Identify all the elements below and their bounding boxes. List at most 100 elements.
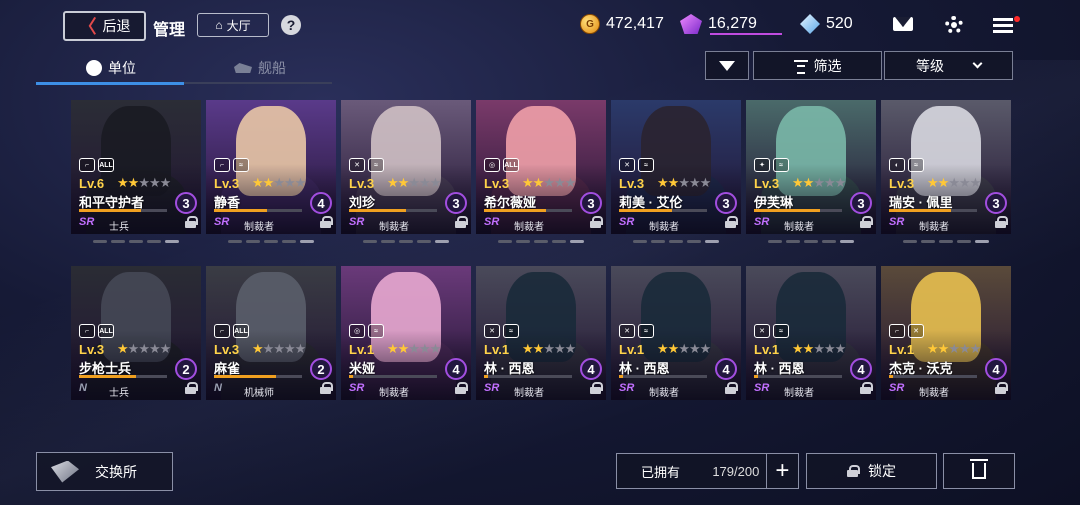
unit-lock-icon[interactable]: [725, 382, 738, 394]
unit-card[interactable]: ⌐ ALL Lv.3 ★★★★★ 麻雀 2 N 机械师: [206, 266, 336, 418]
filter-label: 筛选: [813, 57, 842, 74]
unit-exp-bar: [214, 209, 302, 212]
star-icon: ★: [564, 175, 577, 190]
star-icon: ★: [532, 175, 545, 190]
star-icon: ★: [792, 175, 804, 190]
unit-class-icons: ✕ ≈: [754, 324, 789, 338]
unit-card[interactable]: ⌐ ≈ Lv.3 ★★★★★ 静香 4 SR 制裁者: [206, 100, 336, 252]
unit-portrait: ◎ ALL Lv.3 ★★★★★ 希尔薇娅 3 SR 制裁者: [476, 100, 606, 234]
unit-lock-icon[interactable]: [725, 216, 738, 228]
unit-lock-icon[interactable]: [590, 216, 603, 228]
unit-card[interactable]: ◎ ALL Lv.3 ★★★★★ 希尔薇娅 3 SR 制裁者: [476, 100, 606, 252]
lobby-label: 大厅: [226, 18, 251, 33]
star-icon: ★: [792, 341, 804, 356]
unit-card[interactable]: ✕ ≈ Lv.1 ★★★★★ 林 · 西恩 4 SR 制裁者: [746, 266, 876, 418]
tab-ships[interactable]: 舰船: [234, 58, 286, 78]
target-class-icon: ◎: [484, 158, 500, 172]
exchange-button[interactable]: 交换所: [36, 452, 173, 491]
page-title: 管理: [153, 22, 186, 39]
unit-lock-icon[interactable]: [860, 382, 873, 394]
unit-pager: [498, 240, 584, 243]
filter-button[interactable]: 筛选: [753, 51, 882, 80]
pager-dot: [786, 240, 800, 243]
unit-pager: [768, 240, 854, 243]
unit-card[interactable]: ◐ ≈ Lv.3 ★★★★★ 瑞安 · 佩里 3 SR 制裁者: [881, 100, 1011, 252]
unit-portrait: ✕ ≈ Lv.1 ★★★★★ 林 · 西恩 4 SR 制裁者: [476, 266, 606, 400]
menu-icon[interactable]: [993, 18, 1013, 33]
unit-level: Lv.1: [619, 342, 645, 357]
unit-lock-icon[interactable]: [995, 216, 1008, 228]
star-icon: ★: [688, 175, 701, 190]
unit-stars: ★★★★★: [927, 341, 981, 357]
unit-role: 制裁者: [919, 222, 949, 233]
unit-class-icons: ⌐ ALL: [79, 324, 114, 338]
unit-lock-icon[interactable]: [860, 216, 873, 228]
back-button[interactable]: 〈 后退: [63, 11, 146, 41]
star-icon: ★: [657, 175, 669, 190]
star-icon: ★: [148, 175, 161, 190]
unit-level: Lv.1: [754, 342, 780, 357]
tab-units[interactable]: 单位: [86, 58, 136, 78]
unit-stars: ★★★★★: [792, 175, 846, 191]
unit-exp-bar: [754, 375, 842, 378]
lock-button[interactable]: 锁定: [806, 453, 937, 489]
unit-lock-icon[interactable]: [455, 216, 468, 228]
unit-card[interactable]: ◎ ≈ Lv.1 ★★★★★ 米娅 4 SR 制裁者: [341, 266, 471, 418]
notification-dot: [1014, 16, 1020, 22]
unit-exp-bar: [79, 209, 167, 212]
unit-card[interactable]: ⌐ ALL Lv.6 ★★★★★ 和平守护者 3 SR 士兵: [71, 100, 201, 252]
unit-exp-bar: [79, 375, 167, 378]
pager-dot: [822, 240, 836, 243]
pager-dot: [165, 240, 179, 243]
star-icon: ★: [678, 341, 690, 356]
order-toggle-button[interactable]: [705, 51, 749, 80]
unit-card[interactable]: ⌐ ✕ Lv.1 ★★★★★ 杰克 · 沃克 4 SR 制裁者: [881, 266, 1011, 418]
pager-dot: [228, 240, 242, 243]
star-icon: ★: [564, 341, 577, 356]
star-icon: ★: [834, 341, 847, 356]
pager-dot: [570, 240, 584, 243]
coin-currency: G 472,417: [580, 14, 664, 34]
unit-lock-icon[interactable]: [185, 382, 198, 394]
unit-lock-icon[interactable]: [320, 382, 333, 394]
unit-lock-icon[interactable]: [185, 216, 198, 228]
unit-lock-icon[interactable]: [590, 382, 603, 394]
crystal-value: 16,279: [708, 15, 757, 32]
unit-role: 士兵: [109, 388, 129, 399]
unit-stars: ★★★★★: [927, 175, 981, 191]
sort-dropdown[interactable]: 等级: [884, 51, 1013, 80]
unit-card[interactable]: ✦ ≈ Lv.3 ★★★★★ 伊芙琳 3 SR 制裁者: [746, 100, 876, 252]
unit-exp-bar: [889, 375, 977, 378]
unit-lock-icon[interactable]: [995, 382, 1008, 394]
unit-exp-fill: [79, 375, 137, 378]
help-button[interactable]: ?: [281, 15, 301, 35]
unit-class-icons: ✕ ≈: [619, 158, 654, 172]
unit-role: 制裁者: [514, 388, 544, 399]
wing-class-icon: ≈: [773, 158, 789, 172]
unit-card[interactable]: ✕ ≈ Lv.3 ★★★★★ 刘珍 3 SR 制裁者: [341, 100, 471, 252]
pager-dot: [417, 240, 431, 243]
unit-lock-icon[interactable]: [455, 382, 468, 394]
star-icon: ★: [802, 175, 815, 190]
star-icon: ★: [117, 341, 129, 356]
wing-class-icon: ≈: [368, 324, 384, 338]
pager-dot: [300, 240, 314, 243]
lobby-button[interactable]: ⌂ 大厅: [197, 13, 269, 37]
unit-card[interactable]: ✕ ≈ Lv.3 ★★★★★ 莉美 · 艾伦 3 SR 制裁者: [611, 100, 741, 252]
expand-capacity-button[interactable]: +: [765, 454, 798, 488]
settings-gear-icon[interactable]: [945, 16, 963, 34]
unit-count-badge: 4: [850, 358, 872, 380]
unit-card[interactable]: ✕ ≈ Lv.1 ★★★★★ 林 · 西恩 4 SR 制裁者: [611, 266, 741, 418]
unit-card[interactable]: ⌐ ALL Lv.3 ★★★★★ 步枪士兵 2 N 士兵: [71, 266, 201, 418]
tab-ships-label: 舰船: [258, 60, 286, 76]
unit-lock-icon[interactable]: [320, 216, 333, 228]
unit-card[interactable]: ✕ ≈ Lv.1 ★★★★★ 林 · 西恩 4 SR 制裁者: [476, 266, 606, 418]
ALL-class-icon: ALL: [503, 158, 519, 172]
unit-exp-bar: [754, 209, 842, 212]
star-icon: ★: [387, 175, 399, 190]
mail-icon[interactable]: [893, 17, 913, 31]
star-icon: ★: [958, 341, 971, 356]
pager-dot: [498, 240, 512, 243]
unit-class-icons: ✦ ≈: [754, 158, 789, 172]
delete-button[interactable]: [943, 453, 1015, 489]
